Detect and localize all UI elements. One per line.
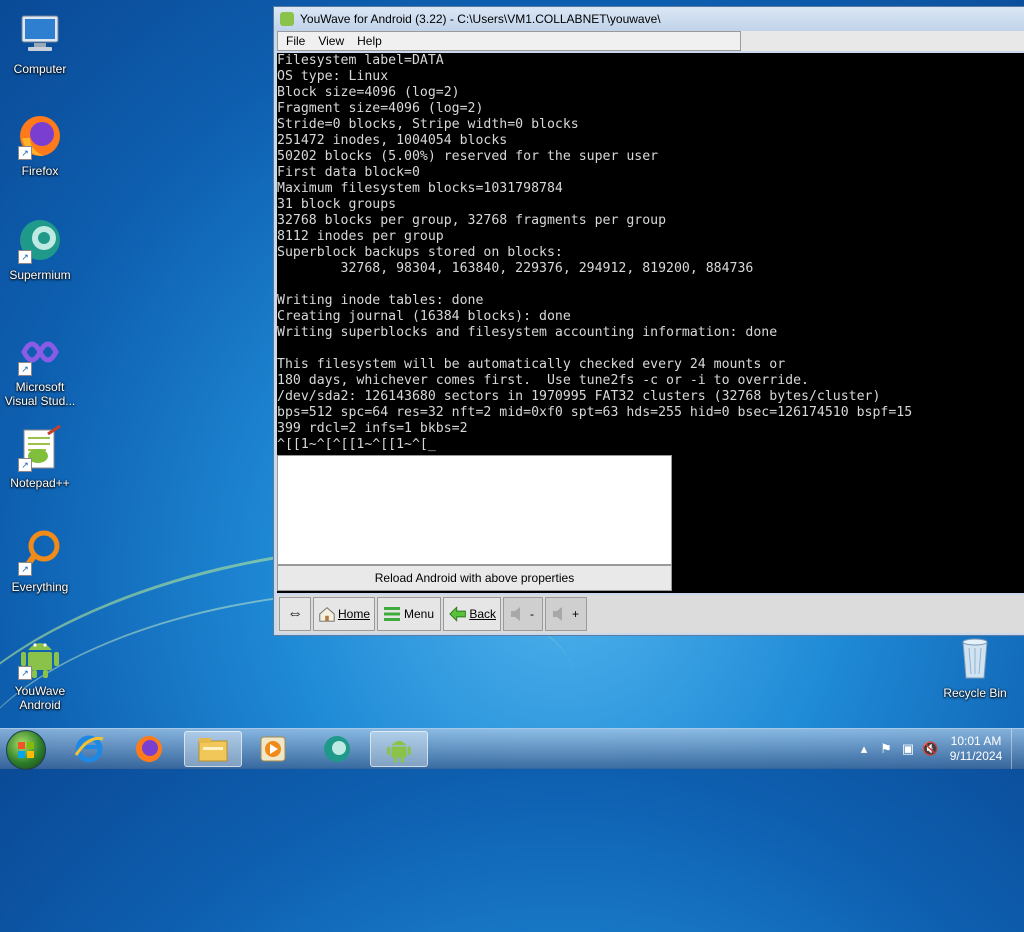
system-tray: ▴ ⚑ ▣ 🔇 10:01 AM 9/11/2024 xyxy=(853,729,1024,769)
taskbar-firefox[interactable] xyxy=(122,731,176,767)
desktop-icon-computer[interactable]: Computer xyxy=(2,10,78,76)
desktop-icon-label: Everything xyxy=(11,580,69,594)
taskbar-youwave[interactable] xyxy=(370,731,428,767)
back-arrow-icon xyxy=(449,606,466,622)
shortcut-arrow-icon: ↗ xyxy=(18,146,32,160)
show-desktop-button[interactable] xyxy=(1011,729,1024,769)
show-hidden-icons-icon[interactable]: ▴ xyxy=(856,741,872,757)
home-icon xyxy=(319,607,335,622)
desktop-icon-label: Microsoft xyxy=(15,380,65,394)
taskbar-internet-explorer[interactable] xyxy=(62,731,116,767)
desktop-icon-label: YouWave xyxy=(14,684,66,698)
desktop-icon-everything[interactable]: ↗ Everything xyxy=(2,528,78,594)
start-button[interactable] xyxy=(6,730,46,770)
visual-studio-icon: ↗ xyxy=(16,328,64,376)
desktop-icon-label: Recycle Bin xyxy=(943,686,1007,700)
reload-android-button[interactable]: Reload Android with above properties xyxy=(277,565,672,591)
desktop-icon-label: Supermium xyxy=(9,268,71,282)
clock[interactable]: 10:01 AM 9/11/2024 xyxy=(941,734,1011,764)
home-label: Home xyxy=(337,607,370,621)
console-output: Filesystem label=DATA OS type: Linux Blo… xyxy=(277,53,913,452)
menubar: File View Help xyxy=(277,31,741,51)
youwave-icon xyxy=(387,740,411,763)
menu-label: Menu xyxy=(404,607,435,621)
menu-help[interactable]: Help xyxy=(349,34,387,48)
computer-icon xyxy=(16,10,64,58)
taskbar-media-player[interactable] xyxy=(246,731,300,767)
window-titlebar[interactable]: YouWave for Android (3.22) - C:\Users\VM… xyxy=(274,7,1024,31)
desktop-icon-supermium[interactable]: ↗ Supermium xyxy=(2,216,78,282)
taskbar: ▴ ⚑ ▣ 🔇 10:01 AM 9/11/2024 xyxy=(0,728,1024,770)
notepadpp-icon: ↗ xyxy=(16,424,64,472)
shortcut-arrow-icon: ↗ xyxy=(18,458,32,472)
android-toolbar: ⇔ Home Menu Back - + xyxy=(277,595,1024,633)
volume-down-label: - xyxy=(530,607,534,621)
media-player-icon xyxy=(260,736,286,762)
menu-view[interactable]: View xyxy=(310,34,349,48)
back-label: Back xyxy=(469,607,496,621)
rotate-button[interactable]: ⇔ xyxy=(279,597,311,631)
speaker-icon xyxy=(511,607,520,621)
network-icon[interactable]: ▣ xyxy=(900,741,916,757)
desktop-icon-label: Firefox xyxy=(21,164,59,178)
supermium-icon xyxy=(324,736,350,762)
desktop-icon-label-line2: Android xyxy=(19,698,61,712)
desktop-icon-visual-studio[interactable]: ↗ Microsoft Visual Stud... xyxy=(2,328,78,408)
desktop-icon-firefox[interactable]: ↗ Firefox xyxy=(2,112,78,178)
shortcut-arrow-icon: ↗ xyxy=(18,562,32,576)
taskbar-file-explorer[interactable] xyxy=(184,731,242,767)
recycle-bin-icon xyxy=(951,634,999,682)
firefox-icon xyxy=(136,736,162,762)
volume-up-label: + xyxy=(572,607,580,621)
windows-logo-icon xyxy=(18,742,34,758)
menu-file[interactable]: File xyxy=(278,34,310,48)
youwave-app-icon xyxy=(280,12,294,26)
menu-lines-icon xyxy=(384,607,400,621)
menu-button[interactable]: Menu xyxy=(377,597,441,631)
internet-explorer-icon xyxy=(74,735,104,763)
firefox-icon: ↗ xyxy=(16,112,64,160)
desktop-icon-label-line2: Visual Stud... xyxy=(4,394,76,408)
desktop-icon-label: Computer xyxy=(13,62,67,76)
volume-up-button[interactable]: + xyxy=(545,597,587,631)
desktop-icon-recycle-bin[interactable]: Recycle Bin xyxy=(937,634,1013,700)
desktop-icon-label: Notepad++ xyxy=(10,476,70,490)
menubar-filler xyxy=(741,31,1024,51)
home-button[interactable]: Home xyxy=(313,597,375,631)
volume-down-button[interactable]: - xyxy=(503,597,543,631)
youwave-window: YouWave for Android (3.22) - C:\Users\VM… xyxy=(273,6,1024,636)
everything-icon: ↗ xyxy=(16,528,64,576)
taskbar-supermium[interactable] xyxy=(310,731,364,767)
desktop-icon-notepadpp[interactable]: ↗ Notepad++ xyxy=(2,424,78,490)
file-explorer-icon xyxy=(198,738,228,762)
shortcut-arrow-icon: ↗ xyxy=(18,362,32,376)
supermium-icon: ↗ xyxy=(16,216,64,264)
shortcut-arrow-icon: ↗ xyxy=(18,666,32,680)
volume-muted-icon[interactable]: 🔇 xyxy=(922,741,938,757)
clock-time: 10:01 AM xyxy=(950,734,1002,748)
window-title: YouWave for Android (3.22) - C:\Users\VM… xyxy=(300,12,661,26)
clock-date: 9/11/2024 xyxy=(949,749,1003,763)
shortcut-arrow-icon: ↗ xyxy=(18,250,32,264)
properties-panel[interactable] xyxy=(277,455,672,565)
action-center-flag-icon[interactable]: ⚑ xyxy=(878,741,894,757)
android-icon: ↗ xyxy=(16,632,64,680)
back-button[interactable]: Back xyxy=(443,597,501,631)
desktop-icon-youwave[interactable]: ↗ YouWave Android xyxy=(2,632,78,712)
rotate-arrows-icon: ⇔ xyxy=(287,605,303,622)
speaker-icon xyxy=(553,607,562,621)
